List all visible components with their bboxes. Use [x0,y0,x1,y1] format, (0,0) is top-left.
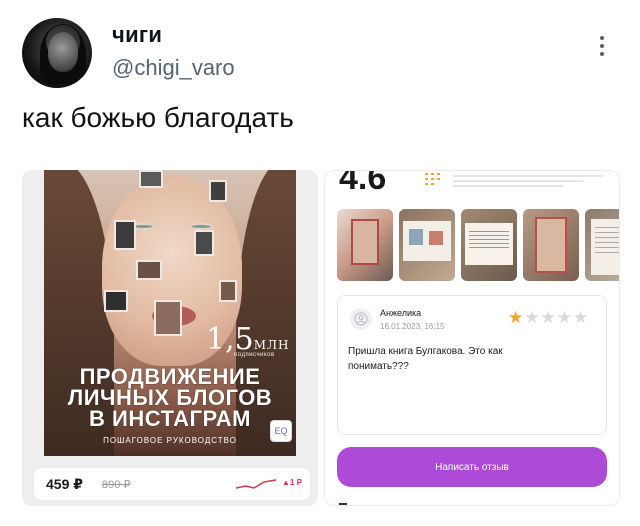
star-icon: ★ [524,308,541,327]
price-trend-label: ▲1 Р [282,478,302,487]
price-trend-icon [235,479,277,489]
book-cover[interactable]: 1,5МЛН подписчиков ПРОДВИЖЕНИЕ ЛИЧНЫХ БЛ… [44,170,296,456]
review-text: Пришла книга Булгакова. Это как понимать… [348,346,503,372]
more-options-icon[interactable] [600,36,606,56]
review-photos [337,209,619,281]
cover-title-line-3: В ИНСТАГРАМ [89,406,251,431]
price-bar: 459 ₽ 890 ₽ ▲1 Р [34,468,310,500]
user-avatar-icon [350,308,372,330]
tweet-text: как божью благодать [22,102,294,133]
review-card: Анжелика 16.01.2023, 16:15 ★★★★★ Пришла … [337,295,607,435]
star-icon: ★ [540,308,557,327]
subscribers-label: подписчиков [234,352,275,358]
old-price: 890 ₽ [102,479,131,491]
review-date: 16.01.2023, 16:15 [380,322,445,331]
quote-search-icon[interactable]: EQ [270,420,292,442]
star-icon: ★ [556,308,573,327]
price: 459 ₽ [46,476,83,492]
display-name[interactable]: чиги [112,22,162,48]
rating-value: 4.6 [339,170,387,197]
avatar-face [48,32,78,72]
review-photo[interactable] [461,209,517,281]
review-photo[interactable] [337,209,393,281]
review-stars: ★★★★★ [508,308,589,328]
cover-subtitle: ПОШАГОВОЕ РУКОВОДСТВО [103,436,237,445]
avatar[interactable] [22,18,92,88]
user-handle[interactable]: @chigi_varo [112,55,235,81]
review-photo[interactable] [523,209,579,281]
review-photo[interactable] [399,209,455,281]
write-review-button[interactable]: Написать отзыв [337,447,607,487]
star-icon: ★ [508,308,525,327]
star-icon: ★ [573,308,590,327]
review-photo[interactable] [585,209,619,281]
book-card[interactable]: 1,5МЛН подписчиков ПРОДВИЖЕНИЕ ЛИЧНЫХ БЛ… [22,170,318,506]
review-screen: 4.6 Анжелика 16.01.2023, 16:15 ★★★★★ При… [324,170,620,506]
review-author: Анжелика [380,308,422,318]
